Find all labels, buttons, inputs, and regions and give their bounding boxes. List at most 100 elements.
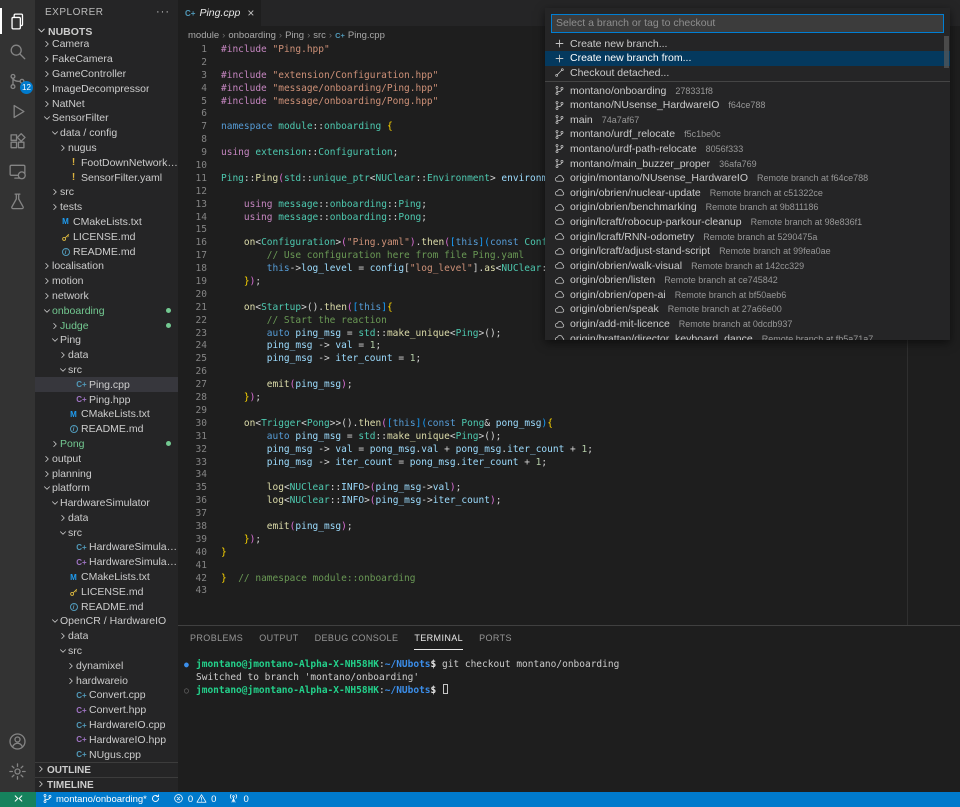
tree-item-hardwaresimulator-hpp[interactable]: C+HardwareSimulator.hpp (35, 555, 178, 570)
tree-item-localisation[interactable]: localisation (35, 259, 178, 274)
tree-item-hardwareio[interactable]: hardwareio (35, 673, 178, 688)
code-line[interactable]: 27 emit(ping_msg); (178, 379, 907, 392)
tree-item-hardwaresimulator-cpp[interactable]: C+HardwareSimulator.cpp (35, 540, 178, 555)
ports-status-item[interactable]: 0 (222, 792, 254, 807)
tree-item-output[interactable]: output (35, 451, 178, 466)
activity-extensions[interactable] (0, 126, 35, 156)
tree-item-convert-hpp[interactable]: C+Convert.hpp (35, 703, 178, 718)
tree-item-readme-md[interactable]: iREADME.md (35, 422, 178, 437)
breadcrumb-item[interactable]: module (188, 30, 219, 41)
quickpick-item-montano-urdf-relocate[interactable]: montano/urdf_relocatef5c1be0c (545, 127, 950, 142)
tree-item-planning[interactable]: planning (35, 466, 178, 481)
tree-item-platform[interactable]: platform (35, 481, 178, 496)
tree-item-data[interactable]: data (35, 348, 178, 363)
tree-item-ping-cpp[interactable]: C+Ping.cpp (35, 377, 178, 392)
problems-status-item[interactable]: 0 0 (167, 792, 223, 807)
code-line[interactable]: 39 }); (178, 534, 907, 547)
tree-item-dynamixel[interactable]: dynamixel (35, 658, 178, 673)
quickpick-item-origin-lcraft-rnn-odometry[interactable]: origin/lcraft/RNN-odometryRemote branch … (545, 229, 950, 244)
quickpick-item-montano-main-buzzer-proper[interactable]: montano/main_buzzer_proper36afa769 (545, 156, 950, 171)
code-line[interactable]: 25 ping_msg -> iter_count = 1; (178, 353, 907, 366)
tree-item-judge[interactable]: Judge (35, 318, 178, 333)
tab-ping-cpp[interactable]: C+ Ping.cpp × (178, 0, 261, 26)
quickpick-item-montano-onboarding[interactable]: montano/onboarding278331f8 (545, 83, 950, 98)
tree-item-license-md[interactable]: LICENSE.md (35, 229, 178, 244)
activity-remote-explorer[interactable] (0, 156, 35, 186)
more-actions-icon[interactable]: ··· (156, 6, 170, 18)
code-line[interactable]: 43 (178, 585, 907, 598)
tree-item-gamecontroller[interactable]: GameController (35, 67, 178, 82)
quickpick-item-origin-add-mit-licence[interactable]: origin/add-mit-licenceRemote branch at 0… (545, 317, 950, 332)
quickpick-item-main[interactable]: main74a7af67 (545, 112, 950, 127)
tree-item-src[interactable]: src (35, 363, 178, 378)
quickpick-item-origin-obrien-listen[interactable]: origin/obrien/listenRemote branch at ce7… (545, 273, 950, 288)
tree-item-footdownnetwork-yaml[interactable]: !FootDownNetwork.yaml (35, 155, 178, 170)
tree-item-nugus[interactable]: nugus (35, 141, 178, 156)
tree-item-motion[interactable]: motion (35, 274, 178, 289)
tree-item-src[interactable]: src (35, 185, 178, 200)
quickpick-item-create-new-branch-from-[interactable]: Create new branch from... (545, 51, 950, 66)
quickpick-item-montano-urdf-path-relocate[interactable]: montano/urdf-path-relocate8056f333 (545, 142, 950, 157)
branch-status-item[interactable]: montano/onboarding* (36, 792, 167, 807)
code-line[interactable]: 35 log<NUClear::INFO>(ping_msg->val); (178, 482, 907, 495)
activity-search[interactable] (0, 36, 35, 66)
code-line[interactable]: 24 ping_msg -> val = 1; (178, 340, 907, 353)
code-line[interactable]: 31 auto ping_msg = std::make_unique<Ping… (178, 431, 907, 444)
quickpick-item-origin-brattan-director-keyboard-dance[interactable]: origin/brattan/director_keyboard_danceRe… (545, 331, 950, 340)
breadcrumb-item[interactable]: Ping (285, 30, 304, 41)
activity-settings[interactable] (0, 756, 35, 786)
activity-run-debug[interactable] (0, 96, 35, 126)
tree-item-opencr-hardwareio[interactable]: OpenCR / HardwareIO (35, 614, 178, 629)
panel-tab-output[interactable]: OUTPUT (259, 626, 298, 650)
tree-item-pong[interactable]: Pong (35, 437, 178, 452)
tree-item-cmakelists-txt[interactable]: MCMakeLists.txt (35, 407, 178, 422)
tree-item-camera[interactable]: Camera (35, 37, 178, 52)
quickpick-item-origin-obrien-walk-visual[interactable]: origin/obrien/walk-visualRemote branch a… (545, 258, 950, 273)
remote-indicator[interactable] (0, 792, 36, 807)
tree-item-sensorfilter[interactable]: SensorFilter (35, 111, 178, 126)
code-line[interactable]: 41 (178, 560, 907, 573)
tree-item-ping[interactable]: Ping (35, 333, 178, 348)
code-line[interactable]: 33 ping_msg -> iter_count = pong_msg.ite… (178, 457, 907, 470)
terminal[interactable]: ●jmontano@jmontano-Alpha-X-NH58HK:~/NUbo… (178, 650, 960, 697)
quickpick-item-checkout-detached-[interactable]: Checkout detached... (545, 66, 950, 81)
quickpick-scrollbar[interactable] (944, 36, 949, 68)
tree-item-hardwareio-cpp[interactable]: C+HardwareIO.cpp (35, 718, 178, 733)
tree-item-data-config[interactable]: data / config (35, 126, 178, 141)
quickpick-item-origin-lcraft-adjust-stand-script[interactable]: origin/lcraft/adjust-stand-scriptRemote … (545, 244, 950, 259)
code-line[interactable]: 40} (178, 547, 907, 560)
tree-item-fakecamera[interactable]: FakeCamera (35, 52, 178, 67)
activity-account[interactable] (0, 726, 35, 756)
tree-item-sensorfilter-yaml[interactable]: !SensorFilter.yaml (35, 170, 178, 185)
tree-item-data[interactable]: data (35, 511, 178, 526)
activity-source-control[interactable]: 12 (0, 66, 35, 96)
tree-item-convert-cpp[interactable]: C+Convert.cpp (35, 688, 178, 703)
tree-item-cmakelists-txt[interactable]: MCMakeLists.txt (35, 215, 178, 230)
code-line[interactable]: 42} // namespace module::onboarding (178, 573, 907, 586)
tree-item-onboarding[interactable]: onboarding (35, 303, 178, 318)
code-line[interactable]: 36 log<NUClear::INFO>(ping_msg->iter_cou… (178, 495, 907, 508)
timeline-section[interactable]: TIMELINE (35, 777, 178, 792)
code-line[interactable]: 38 emit(ping_msg); (178, 521, 907, 534)
quickpick-item-origin-obrien-open-ai[interactable]: origin/obrien/open-aiRemote branch at bf… (545, 288, 950, 303)
quickpick-item-create-new-branch-[interactable]: Create new branch... (545, 37, 950, 52)
tree-item-readme-md[interactable]: iREADME.md (35, 244, 178, 259)
code-line[interactable]: 30 on<Trigger<Pong>>().then([this](const… (178, 418, 907, 431)
breadcrumb-item[interactable]: Ping.cpp (348, 30, 385, 41)
tree-item-cmakelists-txt[interactable]: MCMakeLists.txt (35, 570, 178, 585)
code-line[interactable]: 29 (178, 405, 907, 418)
tree-item-src[interactable]: src (35, 644, 178, 659)
tree-item-readme-md[interactable]: iREADME.md (35, 599, 178, 614)
outline-section[interactable]: OUTLINE (35, 762, 178, 777)
tree-item-imagedecompressor[interactable]: ImageDecompressor (35, 81, 178, 96)
tree-item-natnet[interactable]: NatNet (35, 96, 178, 111)
panel-tab-terminal[interactable]: TERMINAL (414, 626, 463, 650)
breadcrumb-item[interactable]: onboarding (228, 30, 276, 41)
quickpick-item-origin-obrien-speak[interactable]: origin/obrien/speakRemote branch at 27a6… (545, 302, 950, 317)
activity-testing[interactable] (0, 186, 35, 216)
code-line[interactable]: 28 }); (178, 392, 907, 405)
tree-item-tests[interactable]: tests (35, 200, 178, 215)
breadcrumb-item[interactable]: src (313, 30, 326, 41)
code-line[interactable]: 26 (178, 366, 907, 379)
tree-item-src[interactable]: src (35, 525, 178, 540)
